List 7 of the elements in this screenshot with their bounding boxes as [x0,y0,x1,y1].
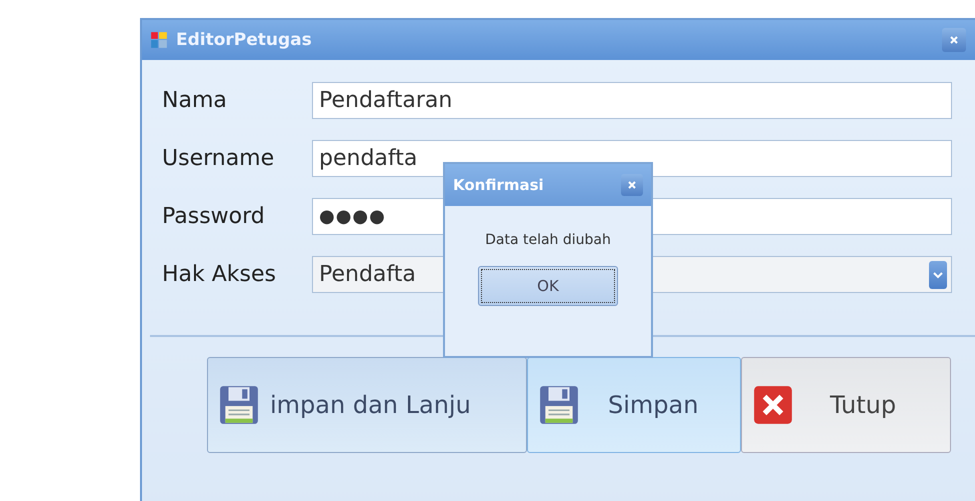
field-label: Nama [162,88,228,113]
field-label: Password [162,204,266,229]
dialog-message: Data telah diubah [485,232,611,248]
dialog-title: Konfirmasi [453,176,544,194]
field-label: Username [162,146,276,171]
window-title: EditorPetugas [176,30,312,50]
field-label: Hak Akses [162,262,278,287]
